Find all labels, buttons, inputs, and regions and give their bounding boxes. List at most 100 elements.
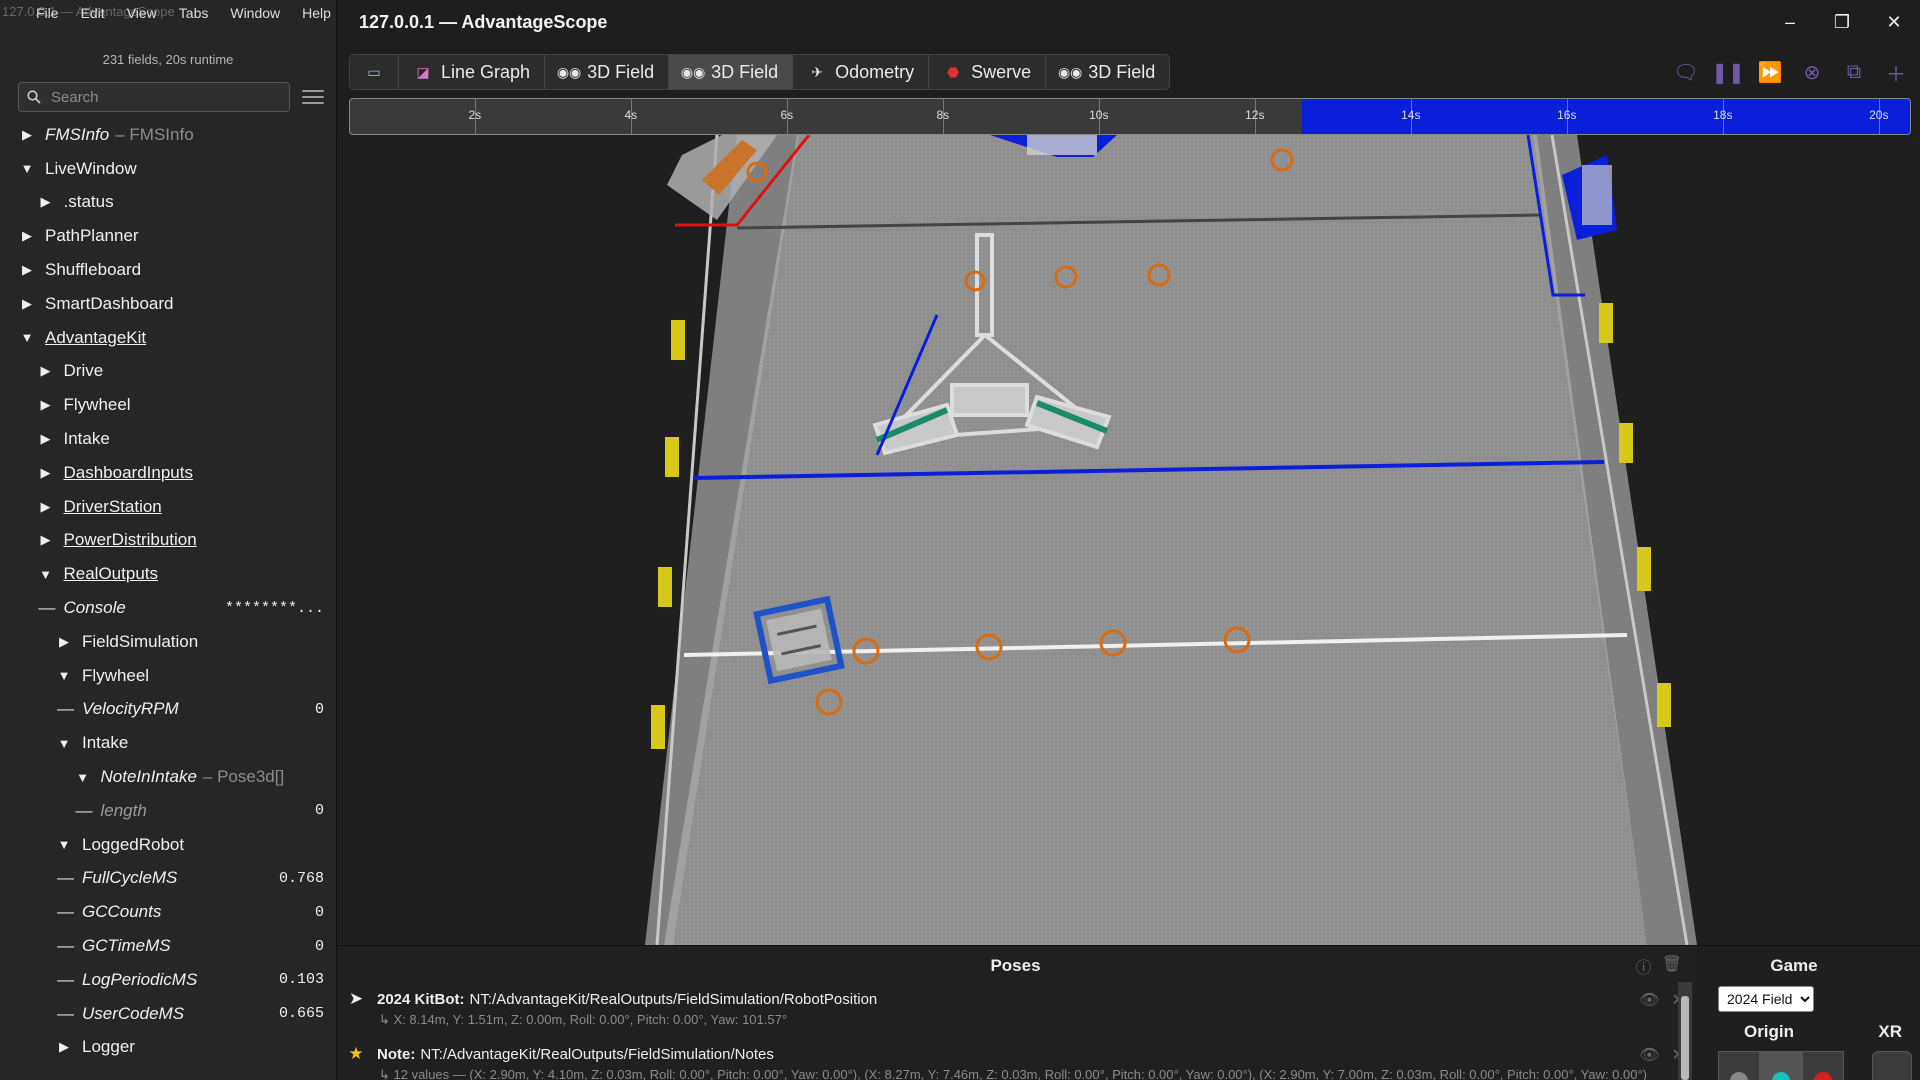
menu-window[interactable]: Window [230, 5, 280, 21]
tree-item-livewindow[interactable]: ▼ LiveWindow [0, 152, 336, 186]
collapsed-triangle-icon[interactable]: ▶ [20, 296, 34, 312]
menu-view[interactable]: View [127, 5, 157, 21]
collapsed-triangle-icon[interactable]: ▶ [20, 127, 34, 143]
leaf-dash-icon: — [57, 902, 74, 922]
collapsed-triangle-icon[interactable]: ▶ [20, 262, 34, 278]
tab-line-graph-1[interactable]: ◪ Line Graph [399, 55, 546, 89]
collapsed-triangle-icon[interactable]: ▶ [39, 363, 53, 379]
collapsed-triangle-icon[interactable]: ▶ [39, 532, 53, 548]
field-tree: ▶ FMSInfo – FMSInfo ▼ LiveWindow ▶ .status ▶ Pat… [0, 118, 336, 1064]
comment-icon[interactable]: 🗨 [1672, 58, 1700, 86]
tab-3d-field-2[interactable]: ◉◉ 3D Field [545, 55, 670, 89]
eye-icon[interactable]: 👁 [1639, 990, 1659, 1010]
collapsed-triangle-icon[interactable]: ▶ [39, 465, 53, 481]
collapsed-triangle-icon[interactable]: ▶ [39, 194, 53, 210]
tree-item-powerdistribution[interactable]: ▶ PowerDistribution [0, 524, 336, 558]
timeline[interactable]: 2s 4s 6s 8s 10s 12s 14s 16s 18s 20s [349, 98, 1911, 135]
swerve-icon: ⬣ [947, 63, 960, 80]
collapsed-triangle-icon[interactable]: ▶ [57, 634, 71, 650]
close-window-button[interactable]: ✕ [1868, 0, 1920, 44]
tree-item-fullcyclems[interactable]: — FullCycleMS 0.768 [0, 862, 336, 896]
menu-file[interactable]: File [36, 5, 59, 21]
origin-label: Origin [1743, 1022, 1795, 1041]
tree-item-fmsinfo[interactable]: ▶ FMSInfo – FMSInfo [0, 118, 336, 152]
tree-item-flywheel[interactable]: ▶ Flywheel [0, 388, 336, 422]
tree-item-pathplanner[interactable]: ▶ PathPlanner [0, 219, 336, 253]
3d-field-view[interactable] [337, 135, 1920, 945]
tree-item-gctimems[interactable]: — GCTimeMS 0 [0, 929, 336, 963]
pause-icon[interactable]: ❚❚ [1711, 58, 1745, 86]
tree-item-shuffleboard[interactable]: ▶ Shuffleboard [0, 253, 336, 287]
tree-item-intake[interactable]: ▼ Intake [0, 726, 336, 760]
minimize-button[interactable]: – [1764, 0, 1816, 44]
collapsed-triangle-icon[interactable]: ▶ [39, 431, 53, 447]
menu-edit[interactable]: Edit [81, 5, 105, 21]
pose-item-robot[interactable]: ➤ 2024 KitBot: NT:/AdvantageKit/RealOutp… [345, 988, 1685, 1030]
tree-item-gccounts[interactable]: — GCCounts 0 [0, 895, 336, 929]
tree-item-value: 0.768 [278, 869, 324, 887]
filter-options-icon[interactable] [302, 85, 326, 109]
trash-icon[interactable]: 🗑 [1662, 954, 1682, 978]
navigation-arrow-icon: ➤ [348, 989, 364, 1008]
menu-tabs[interactable]: Tabs [179, 5, 209, 21]
tree-item-noteinintake[interactable]: ▼ NoteInIntake – Pose3d[] [0, 760, 336, 794]
origin-option-1[interactable] [1760, 1051, 1802, 1080]
pose-item-notes[interactable]: ★ Note: NT:/AdvantageKit/RealOutputs/Fie… [345, 1043, 1685, 1080]
tree-item-velocityrpm[interactable]: — VelocityRPM 0 [0, 693, 336, 727]
collapsed-triangle-icon[interactable]: ▶ [39, 397, 53, 413]
collapsed-triangle-icon[interactable]: ▶ [20, 228, 34, 244]
expanded-triangle-icon[interactable]: ▼ [20, 161, 34, 176]
line-graph-icon: ◪ [416, 63, 430, 80]
tab-odometry-4[interactable]: ✈ Odometry [793, 55, 930, 89]
tree-item-flywheel[interactable]: ▼ Flywheel [0, 659, 336, 693]
tab-documentation-0[interactable]: ▭ [350, 55, 399, 89]
tree-item-loggedrobot[interactable]: ▼ LoggedRobot [0, 828, 336, 862]
tree-item-logperiodicms[interactable]: — LogPeriodicMS 0.103 [0, 963, 336, 997]
tab-3d-field-6[interactable]: ◉◉ 3D Field [1046, 55, 1169, 89]
xr-button[interactable] [1872, 1051, 1912, 1080]
origin-option-2[interactable] [1802, 1051, 1844, 1080]
tree-item-dashboardinputs[interactable]: ▶ DashboardInputs [0, 456, 336, 490]
eye-icon[interactable]: 👁 [1639, 1045, 1659, 1065]
expanded-triangle-icon[interactable]: ▼ [39, 567, 53, 582]
leaf-dash-icon: — [57, 969, 74, 989]
popout-icon[interactable]: ⧉ [1840, 58, 1868, 86]
tree-item-driverstation[interactable]: ▶ DriverStation [0, 490, 336, 524]
live-icon[interactable]: ⏩ [1756, 58, 1784, 86]
tree-item-label: RealOutputs [63, 564, 159, 584]
tree-item-smartdashboard[interactable]: ▶ SmartDashboard [0, 287, 336, 321]
tree-item-length[interactable]: — length 0 [0, 794, 336, 828]
tree-item-intake[interactable]: ▶ Intake [0, 422, 336, 456]
tree-item-drive[interactable]: ▶ Drive [0, 355, 336, 389]
restore-button[interactable]: ❐ [1816, 0, 1868, 44]
search-icon [27, 90, 41, 104]
tree-item-console[interactable]: — Console ********... [0, 591, 336, 625]
tree-item-status[interactable]: ▶ .status [0, 186, 336, 220]
tree-item-logger[interactable]: ▶ Logger [0, 1031, 336, 1065]
menu-help[interactable]: Help [302, 5, 331, 21]
tree-item-advantagekit[interactable]: ▼ AdvantageKit [0, 321, 336, 355]
tree-item-label: NoteInIntake [100, 767, 197, 787]
expanded-triangle-icon[interactable]: ▼ [57, 736, 71, 751]
add-tab-icon[interactable]: ＋ [1882, 58, 1910, 86]
expanded-triangle-icon[interactable]: ▼ [57, 837, 71, 852]
poses-scrollbar[interactable] [1678, 982, 1692, 1080]
expanded-triangle-icon[interactable]: ▼ [76, 770, 90, 785]
timeline-tick-label: 2s [468, 108, 482, 122]
collapsed-triangle-icon[interactable]: ▶ [57, 1039, 71, 1055]
game-select[interactable]: 2024 Field [1718, 986, 1814, 1012]
search-input[interactable] [51, 88, 271, 106]
origin-option-0[interactable] [1718, 1051, 1760, 1080]
tree-item-fieldsimulation[interactable]: ▶ FieldSimulation [0, 625, 336, 659]
help-icon[interactable]: ⓘ [1636, 954, 1652, 978]
tree-item-value: ********... [224, 599, 324, 617]
tree-item-usercodems[interactable]: — UserCodeMS 0.665 [0, 997, 336, 1031]
expanded-triangle-icon[interactable]: ▼ [20, 330, 34, 345]
tab-3d-field-3[interactable]: ◉◉ 3D Field [669, 55, 794, 89]
tree-item-realoutputs[interactable]: ▼ RealOutputs [0, 557, 336, 591]
close-tab-icon[interactable]: ⊗ [1798, 58, 1826, 86]
tree-item-label: DashboardInputs [63, 462, 193, 482]
collapsed-triangle-icon[interactable]: ▶ [39, 499, 53, 515]
expanded-triangle-icon[interactable]: ▼ [57, 668, 71, 683]
tab-swerve-5[interactable]: ⬣ Swerve [929, 55, 1047, 89]
